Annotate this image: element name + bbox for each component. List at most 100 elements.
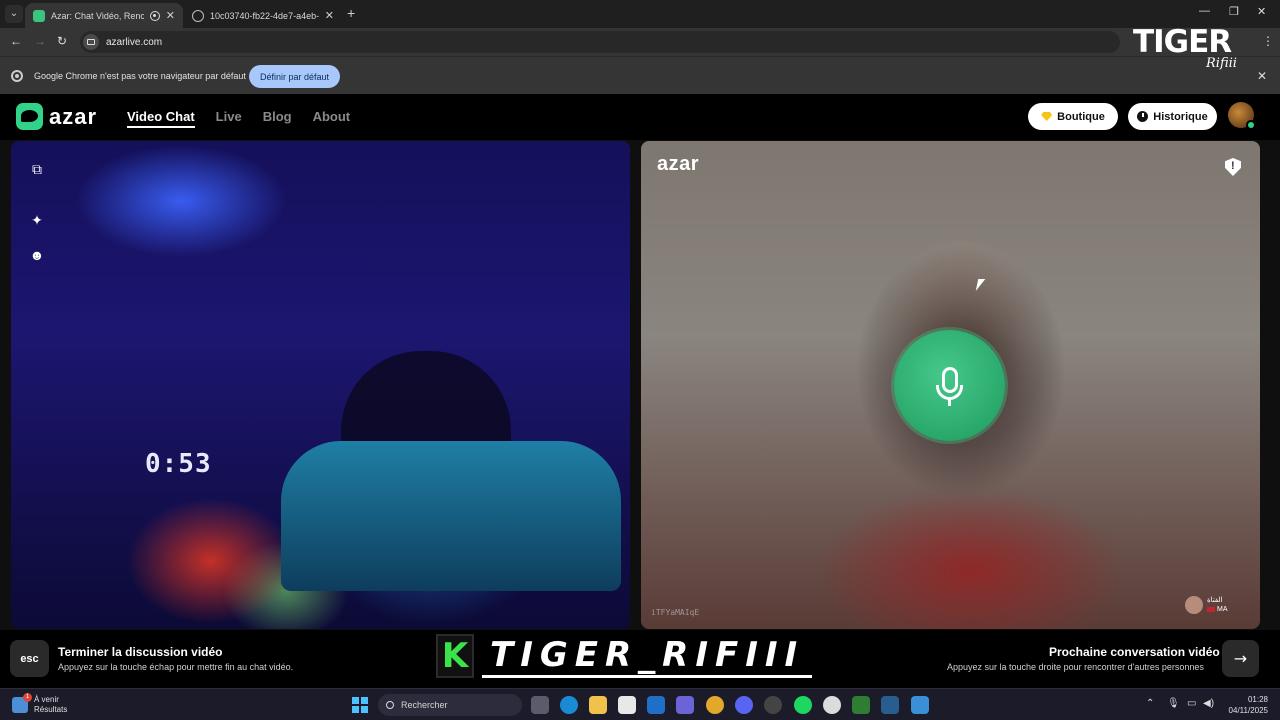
boutique-button[interactable]: Boutique [1028,103,1118,130]
historique-label: Historique [1153,110,1208,123]
site-info-icon[interactable] [83,34,99,50]
expand-icon[interactable]: ⧉ [29,161,45,177]
next-chat-subtitle: Appuyez sur la touche droite pour rencon… [947,662,1204,672]
tab-title: Azar: Chat Vidéo, Rencontr… [51,10,144,21]
sparkle-effects-icon[interactable]: ✦ [29,212,45,228]
session-watermark: iTFYaMAIqE [651,608,700,617]
clock-icon [1137,111,1149,122]
azar-favicon-icon [33,9,45,22]
boutique-label: Boutique [1057,110,1105,123]
taskbar-search[interactable]: Rechercher [378,694,522,716]
browser-tab-strip: ⌄ Azar: Chat Vidéo, Rencontr… ✕ 10c03740… [0,0,1280,28]
end-chat-title: Terminer la discussion vidéo [58,645,223,659]
default-browser-infobar: Google Chrome n'est pas votre navigateur… [0,56,1280,94]
partner-azar-logo: azar [657,153,700,175]
azar-header: azar Video Chat Live Blog About Boutique… [0,94,1280,140]
next-chat-title: Prochaine conversation vidéo [1049,645,1220,659]
globe-icon [192,9,204,22]
new-tab-icon[interactable]: + [347,5,355,21]
azar-logo[interactable]: azar [16,103,97,130]
gem-icon [1041,112,1053,121]
forward-icon[interactable]: → [34,34,46,48]
tab-title: 10c03740-fb22-4de7-a4eb-5cb… [210,10,319,21]
chrome-taskbar-icon[interactable] [706,696,724,714]
taskbar-clock[interactable]: 01:28 04/11/2025 [1222,694,1268,716]
teams-icon[interactable] [676,696,694,714]
menu-icon[interactable]: ⋮ [1262,34,1274,48]
close-tab-icon[interactable]: ✕ [166,9,175,22]
recording-icon [149,10,160,21]
nav-about[interactable]: About [313,109,351,128]
mic-tray-icon[interactable]: 🎙 [1167,698,1180,709]
historique-button[interactable]: Historique [1128,103,1217,130]
clock-date: 04/11/2025 [1228,706,1268,715]
morocco-flag-icon [1207,606,1215,612]
nav-video-chat[interactable]: Video Chat [127,109,195,128]
azar-logo-text: azar [49,103,98,129]
streamer-name-overlay: K TIGER_RIFIII [436,634,813,678]
stream-logo-sub: Rifiii [1206,56,1237,71]
widgets-button[interactable]: 1 À venir Résultats [12,693,67,715]
widgets-title: À venir [34,695,59,704]
outlook-icon[interactable] [647,696,665,714]
back-icon[interactable]: ← [10,34,22,48]
url-text: azarlive.com [106,36,163,48]
close-tab-icon[interactable]: ✕ [325,9,334,22]
tab-search-button[interactable]: ⌄ [5,5,23,23]
my-video-panel: 0:53 ⧉ ✦ ☻ [11,141,630,629]
partner-text: الفتاة MA [1207,596,1228,614]
app-icon[interactable] [823,696,841,714]
set-default-button[interactable]: Définir par défaut [249,65,340,88]
widgets-icon: 1 [12,693,32,713]
nav-live[interactable]: Live [216,109,242,128]
browser-toolbar: ← → ↻ azarlive.com ⋮ [0,28,1280,56]
end-chat-subtitle: Appuyez sur la touche échap pour mettre … [58,662,294,672]
task-view-icon[interactable] [531,696,549,714]
tray-overflow-icon[interactable]: ⌃ [1146,698,1154,709]
edge-icon[interactable] [560,696,578,714]
restore-icon[interactable]: ❐ [1229,5,1239,18]
store-icon[interactable] [618,696,636,714]
nav-blog[interactable]: Blog [263,109,292,128]
notification-badge: 1 [23,693,32,702]
video-hoodie [281,441,621,591]
user-avatar[interactable] [1228,102,1256,130]
windows-taskbar: 1 À venir Résultats Rechercher ⌃ 🎙 ▭ ◀) … [0,688,1280,720]
widgets-text: À venir Résultats [34,695,67,715]
file-explorer-icon[interactable] [589,696,607,714]
app-icon[interactable] [852,696,870,714]
address-bar[interactable]: azarlive.com [80,31,1120,53]
main-nav: Video Chat Live Blog About [127,109,350,128]
microphone-stem [948,398,951,406]
infobar-message: Google Chrome n'est pas votre navigateur… [34,71,246,81]
widgets-subtitle: Résultats [34,705,68,714]
next-arrow-button[interactable]: → [1222,640,1259,677]
partner-info[interactable]: الفتاة MA [1185,596,1228,614]
steam-icon[interactable] [881,696,899,714]
app-icon[interactable] [911,696,929,714]
close-infobar-icon[interactable]: ✕ [1257,69,1267,83]
spotify-icon[interactable] [794,696,812,714]
clock-time: 01:28 [1247,695,1268,704]
online-status-icon [1246,120,1256,130]
obs-icon[interactable] [764,696,782,714]
close-window-icon[interactable]: ✕ [1257,5,1266,18]
discord-icon[interactable] [735,696,753,714]
room-clock-display: 0:53 [145,449,212,479]
reload-icon[interactable]: ↻ [57,34,67,48]
chrome-icon [11,70,23,82]
tab-azar[interactable]: Azar: Chat Vidéo, Rencontr… ✕ [25,3,183,28]
mask-face-icon[interactable]: ☻ [29,247,45,263]
volume-icon[interactable]: ◀) [1203,698,1214,709]
network-icon[interactable]: ▭ [1187,698,1196,709]
overlay-name: TIGER_RIFIII [482,634,813,678]
minimize-icon[interactable]: — [1199,5,1210,17]
start-menu-icon[interactable] [352,697,368,713]
azar-logo-icon [16,103,43,130]
report-shield-icon[interactable] [1225,158,1241,176]
tab-second[interactable]: 10c03740-fb22-4de7-a4eb-5cb… ✕ [184,3,342,28]
partner-avatar [1185,596,1203,614]
esc-key-button[interactable]: esc [10,640,49,677]
microphone-button[interactable] [894,330,1005,441]
search-icon [386,701,394,709]
